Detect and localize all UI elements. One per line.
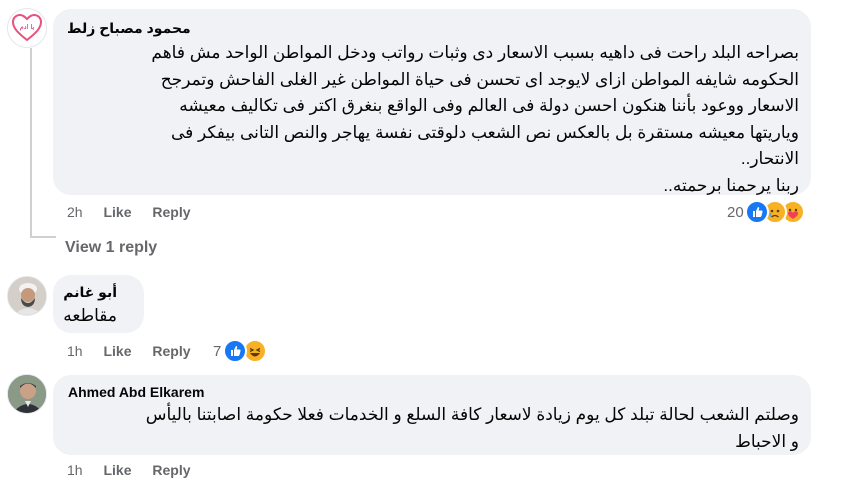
comment-author[interactable]: أبو غانم — [63, 284, 117, 301]
reaction-count[interactable]: 20 — [727, 204, 744, 221]
comment-timestamp[interactable]: 1h — [67, 343, 83, 359]
comment-text: بصراحه البلد راحت فى داهيه بسبب الاسعار … — [151, 43, 799, 195]
comment-bubble: Ahmed Abd Elkarem وصلتم الشعب لحالة تبلد… — [53, 375, 811, 455]
comment-text: وصلتم الشعب لحالة تبلد كل يوم زيادة لاسع… — [145, 405, 799, 451]
reaction-count[interactable]: 7 — [213, 343, 221, 360]
like-button[interactable]: Like — [103, 343, 131, 359]
avatar[interactable] — [7, 276, 47, 316]
reply-button[interactable]: Reply — [152, 462, 190, 478]
thread-line — [30, 48, 32, 238]
like-icon[interactable] — [745, 200, 769, 224]
user-photo-icon — [8, 375, 46, 413]
view-replies-link[interactable]: View 1 reply — [65, 239, 157, 257]
comment-timestamp[interactable]: 1h — [67, 462, 83, 478]
heart-logo-icon: يا ادم — [11, 13, 43, 42]
reply-button[interactable]: Reply — [152, 343, 190, 359]
avatar[interactable] — [7, 374, 47, 414]
thread-line-branch — [30, 236, 56, 238]
comment-actions: 1h Like Reply — [67, 343, 208, 359]
comment-bubble: أبو غانم مقاطعه — [53, 275, 144, 333]
comment-actions: 2h Like Reply — [67, 204, 208, 220]
user-photo-icon — [8, 277, 46, 315]
comment-author[interactable]: محمود مصباح زلط — [67, 20, 191, 37]
comment-author[interactable]: Ahmed Abd Elkarem — [68, 384, 204, 400]
like-button[interactable]: Like — [103, 204, 131, 220]
reply-button[interactable]: Reply — [152, 204, 190, 220]
comment-text: مقاطعه — [63, 306, 117, 325]
comment-actions: 1h Like Reply — [67, 462, 208, 478]
avatar[interactable]: يا ادم — [7, 8, 47, 48]
like-button[interactable]: Like — [103, 462, 131, 478]
like-icon[interactable] — [223, 339, 247, 363]
svg-text:يا ادم: يا ادم — [20, 23, 35, 31]
comment-timestamp[interactable]: 2h — [67, 204, 83, 220]
comment-bubble: محمود مصباح زلط بصراحه البلد راحت فى داه… — [53, 9, 811, 195]
